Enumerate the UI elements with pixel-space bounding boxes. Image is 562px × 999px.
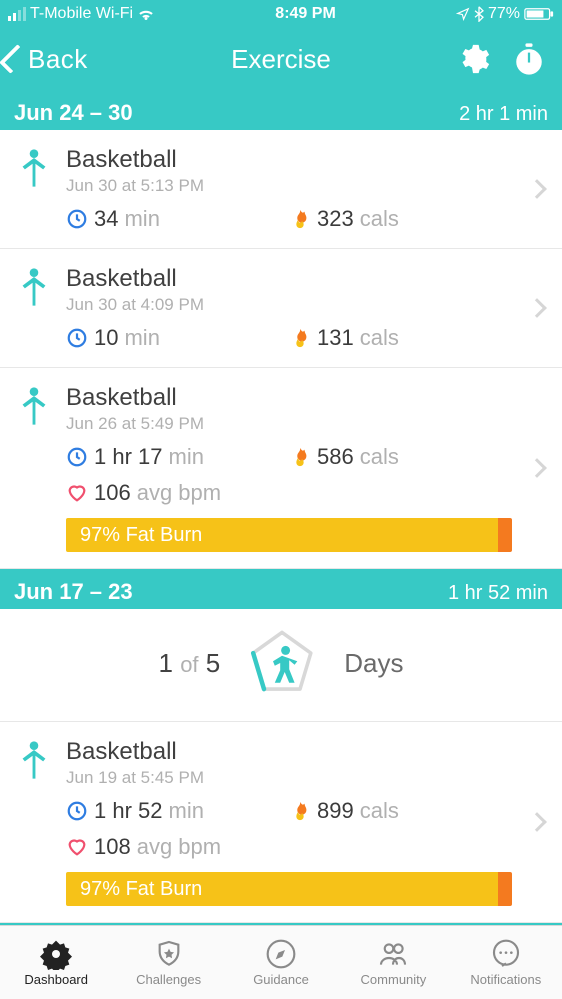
carrier-label: T-Mobile Wi-Fi (30, 5, 133, 23)
dashboard-icon (40, 938, 72, 970)
clock: 8:49 PM (275, 5, 335, 23)
exercise-row[interactable]: BasketballJun 30 at 4:09 PM 10min131cals (0, 249, 562, 368)
duration-stat: 1 hr 17min (66, 444, 289, 470)
clock-icon (66, 446, 88, 468)
back-label: Back (28, 44, 88, 75)
goal-summary[interactable]: 1 of 5 Days (0, 609, 562, 722)
signal-icon (8, 7, 26, 21)
stopwatch-icon[interactable] (512, 42, 546, 76)
calories-stat: 131cals (289, 325, 512, 351)
battery-icon (524, 7, 554, 21)
calories-stat: 899cals (289, 798, 512, 824)
tab-guidance[interactable]: Guidance (225, 926, 337, 999)
battery-pct: 77% (488, 5, 520, 23)
calories-stat: 586cals (289, 444, 512, 470)
tab-label: Challenges (136, 972, 201, 987)
flame-icon (289, 800, 311, 822)
tab-label: Community (361, 972, 427, 987)
activity-person-icon (12, 146, 56, 232)
tab-community[interactable]: Community (337, 926, 449, 999)
heartrate-stat: 106avg bpm (66, 480, 512, 506)
section-range: Jun 17 – 23 (14, 579, 133, 605)
activity-person-icon (12, 738, 56, 906)
pentagon-runner-icon (246, 627, 318, 699)
clock-icon (66, 208, 88, 230)
activity-timestamp: Jun 30 at 4:09 PM (66, 295, 512, 315)
activity-title: Basketball (66, 738, 512, 766)
duration-stat: 1 hr 52min (66, 798, 289, 824)
activity-title: Basketball (66, 146, 512, 174)
clock-icon (66, 800, 88, 822)
nav-bar: Back Exercise (0, 28, 562, 90)
duration-stat: 34min (66, 206, 289, 232)
people-icon (377, 938, 409, 970)
tab-challenges[interactable]: Challenges (112, 926, 224, 999)
heartrate-stat: 108avg bpm (66, 834, 512, 860)
activity-timestamp: Jun 26 at 5:49 PM (66, 414, 512, 434)
goal-label: Days (344, 648, 403, 679)
activity-timestamp: Jun 30 at 5:13 PM (66, 176, 512, 196)
back-button[interactable]: Back (0, 44, 88, 75)
tab-label: Notifications (470, 972, 541, 987)
fatburn-cardio-segment (498, 872, 512, 906)
fatburn-label: 97% Fat Burn (66, 518, 498, 552)
activity-person-icon (12, 384, 56, 552)
activity-person-icon (12, 265, 56, 351)
section-total: 2 hr 1 min (459, 103, 548, 126)
section-header: Jun 17 – 23 1 hr 52 min (0, 569, 562, 609)
fatburn-bar: 97% Fat Burn (66, 872, 512, 906)
fatburn-label: 97% Fat Burn (66, 872, 498, 906)
heart-icon (66, 836, 88, 858)
section-range: Jun 24 – 30 (14, 100, 133, 126)
tab-bar: Dashboard Challenges Guidance Community … (0, 925, 562, 999)
status-bar: T-Mobile Wi-Fi 8:49 PM 77% (0, 0, 562, 28)
activity-title: Basketball (66, 384, 512, 412)
status-left: T-Mobile Wi-Fi (8, 5, 155, 23)
compass-icon (265, 938, 297, 970)
tab-notifications[interactable]: Notifications (450, 926, 562, 999)
tab-label: Dashboard (24, 972, 88, 987)
heart-icon (66, 482, 88, 504)
clock-icon (66, 327, 88, 349)
flame-icon (289, 208, 311, 230)
activity-timestamp: Jun 19 at 5:45 PM (66, 768, 512, 788)
chat-icon (490, 938, 522, 970)
exercise-row[interactable]: BasketballJun 19 at 5:45 PM 1 hr 52min899… (0, 722, 562, 923)
shield-icon (153, 938, 185, 970)
tab-label: Guidance (253, 972, 309, 987)
fatburn-cardio-segment (498, 518, 512, 552)
flame-icon (289, 446, 311, 468)
section-header: Jun 24 – 30 2 hr 1 min (0, 90, 562, 130)
section-total: 1 hr 52 min (448, 582, 548, 605)
gear-icon[interactable] (456, 42, 490, 76)
wifi-icon (137, 7, 155, 21)
fatburn-bar: 97% Fat Burn (66, 518, 512, 552)
chevron-left-icon (0, 44, 29, 74)
activity-title: Basketball (66, 265, 512, 293)
goal-progress: 1 of 5 (158, 648, 220, 679)
status-right: 77% (456, 5, 554, 23)
location-icon (456, 7, 470, 21)
exercise-row[interactable]: BasketballJun 26 at 5:49 PM 1 hr 17min586… (0, 368, 562, 569)
flame-icon (289, 327, 311, 349)
calories-stat: 323cals (289, 206, 512, 232)
bluetooth-icon (474, 6, 484, 22)
tab-dashboard[interactable]: Dashboard (0, 926, 112, 999)
exercise-row[interactable]: BasketballJun 30 at 5:13 PM 34min323cals (0, 130, 562, 249)
duration-stat: 10min (66, 325, 289, 351)
